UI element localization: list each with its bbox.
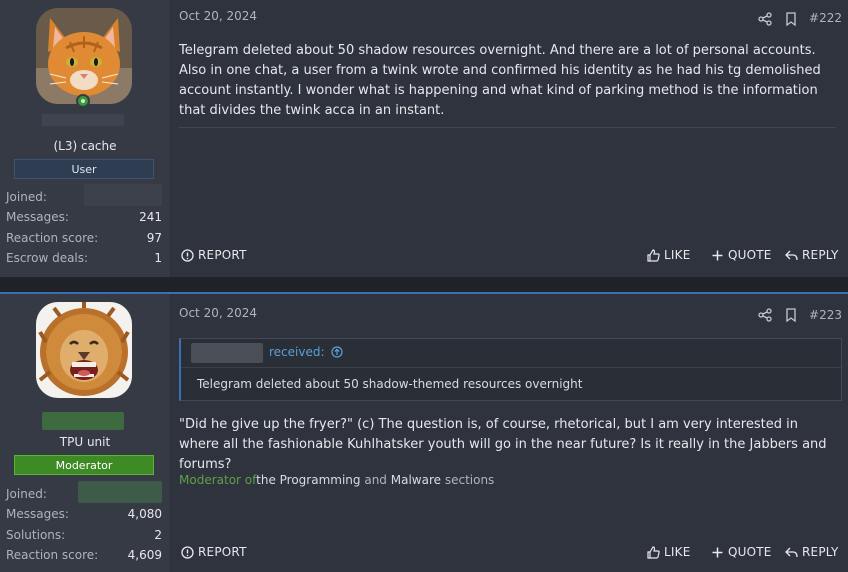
author-sidebar: TPU unit Moderator Joined: Messages: 4,0… — [0, 294, 170, 572]
plus-icon — [712, 250, 723, 260]
post-body: Telegram deleted about 50 shadow resourc… — [179, 43, 821, 118]
report-label: REPORT — [198, 545, 247, 559]
plus-icon — [712, 547, 723, 557]
reply-arrow-icon — [785, 547, 798, 557]
stat-label: Reaction score: — [6, 548, 99, 562]
report-button[interactable]: REPORT — [181, 248, 247, 262]
post-223: TPU unit Moderator Joined: Messages: 4,0… — [0, 292, 848, 572]
author-sidebar: (L3) cache User Joined: Messages: 241 Re… — [0, 0, 170, 277]
user-title: (L3) cache — [53, 139, 117, 153]
programming-section-link[interactable]: the Programming — [256, 473, 360, 487]
malware-section-link[interactable]: Malware — [391, 473, 441, 487]
avatar[interactable] — [36, 8, 132, 104]
username-redacted — [42, 114, 124, 126]
post-separator — [0, 277, 848, 292]
like-button[interactable]: LIKE — [647, 545, 690, 559]
post-content: Oct 20, 2024 #222 Telegram deleted about… — [171, 0, 848, 277]
post-date[interactable]: Oct 20, 2024 — [179, 306, 257, 320]
quote-label: QUOTE — [728, 248, 772, 262]
like-label: LIKE — [664, 545, 691, 559]
stat-label: Messages: — [6, 507, 69, 521]
stat-label: Reaction score: — [6, 231, 99, 245]
alert-circle-icon — [181, 545, 194, 559]
signature-and: and — [360, 473, 391, 487]
post-number-link[interactable]: #223 — [809, 308, 842, 322]
reply-label: REPLY — [802, 545, 839, 559]
joined-date-redacted — [78, 481, 162, 503]
quoted-user-redacted — [191, 343, 263, 363]
thumbs-up-icon — [647, 248, 660, 262]
stat-value: 241 — [139, 210, 162, 224]
stat-joined: Joined: — [6, 481, 162, 507]
stat-value: 2 — [154, 528, 162, 542]
post-222: (L3) cache User Joined: Messages: 241 Re… — [0, 0, 848, 277]
stat-value: 4,080 — [127, 507, 162, 521]
orange-cat-avatar-image — [36, 8, 132, 104]
report-label: REPORT — [198, 248, 247, 262]
stat-label: Solutions: — [6, 528, 66, 542]
like-label: LIKE — [664, 248, 691, 262]
reply-button[interactable]: REPLY — [785, 545, 839, 559]
divider — [179, 127, 836, 128]
alert-circle-icon — [181, 248, 194, 262]
stat-value: 97 — [146, 231, 162, 245]
stat-reaction-score: Reaction score: 97 — [6, 231, 162, 251]
share-icon[interactable] — [758, 12, 772, 26]
reply-label: REPLY — [802, 248, 839, 262]
avatar[interactable] — [36, 302, 132, 398]
quote-text: Telegram deleted about 50 shadow-themed … — [197, 377, 583, 391]
role-badge: User — [14, 159, 154, 179]
online-indicator-icon — [76, 94, 90, 108]
stat-joined: Joined: — [6, 184, 162, 210]
stat-label: Joined: — [6, 487, 47, 501]
bookmark-icon[interactable] — [784, 308, 798, 322]
post-content: Oct 20, 2024 #223 received: Telegram del… — [171, 294, 848, 572]
reply-button[interactable]: REPLY — [785, 248, 839, 262]
joined-date-redacted — [84, 184, 162, 206]
post-date[interactable]: Oct 20, 2024 — [179, 9, 257, 23]
stat-reaction-score: Reaction score: 4,609 — [6, 548, 162, 568]
bookmark-icon[interactable] — [784, 12, 798, 26]
stat-label: Joined: — [6, 190, 47, 204]
arrow-up-circle-icon[interactable] — [331, 346, 343, 358]
stat-messages: Messages: 241 — [6, 210, 162, 230]
signature-prefix: Moderator of — [179, 473, 257, 487]
laughing-lion-avatar-image — [36, 302, 132, 398]
thumbs-up-icon — [647, 545, 660, 559]
stat-messages: Messages: 4,080 — [6, 507, 162, 527]
role-badge: Moderator — [14, 455, 154, 475]
stat-label: Messages: — [6, 210, 69, 224]
post-body: "Did he give up the fryer?" (c) The ques… — [179, 417, 827, 472]
quote-label: QUOTE — [728, 545, 772, 559]
signature: Moderator ofthe Programming and Malware … — [179, 473, 494, 487]
user-title: TPU unit — [59, 435, 111, 449]
report-button[interactable]: REPORT — [181, 545, 247, 559]
post-number-link[interactable]: #222 — [809, 11, 842, 25]
quote-header: received: — [181, 339, 841, 368]
quote-received-label: received: — [269, 345, 325, 359]
stat-solutions: Solutions: 2 — [6, 528, 162, 548]
quote-author-link[interactable]: received: — [269, 345, 343, 359]
quote-button[interactable]: QUOTE — [711, 545, 772, 559]
stat-escrow-deals: Escrow deals: 1 — [6, 251, 162, 271]
signature-suffix: sections — [441, 473, 495, 487]
quote-block: received: Telegram deleted about 50 shad… — [179, 338, 842, 401]
stat-value: 4,609 — [127, 548, 162, 562]
stat-value: 1 — [154, 251, 162, 265]
share-icon[interactable] — [758, 308, 772, 322]
username-redacted — [42, 412, 124, 430]
reply-arrow-icon — [785, 250, 798, 260]
quote-button[interactable]: QUOTE — [711, 248, 772, 262]
stat-label: Escrow deals: — [6, 251, 89, 265]
like-button[interactable]: LIKE — [647, 248, 690, 262]
